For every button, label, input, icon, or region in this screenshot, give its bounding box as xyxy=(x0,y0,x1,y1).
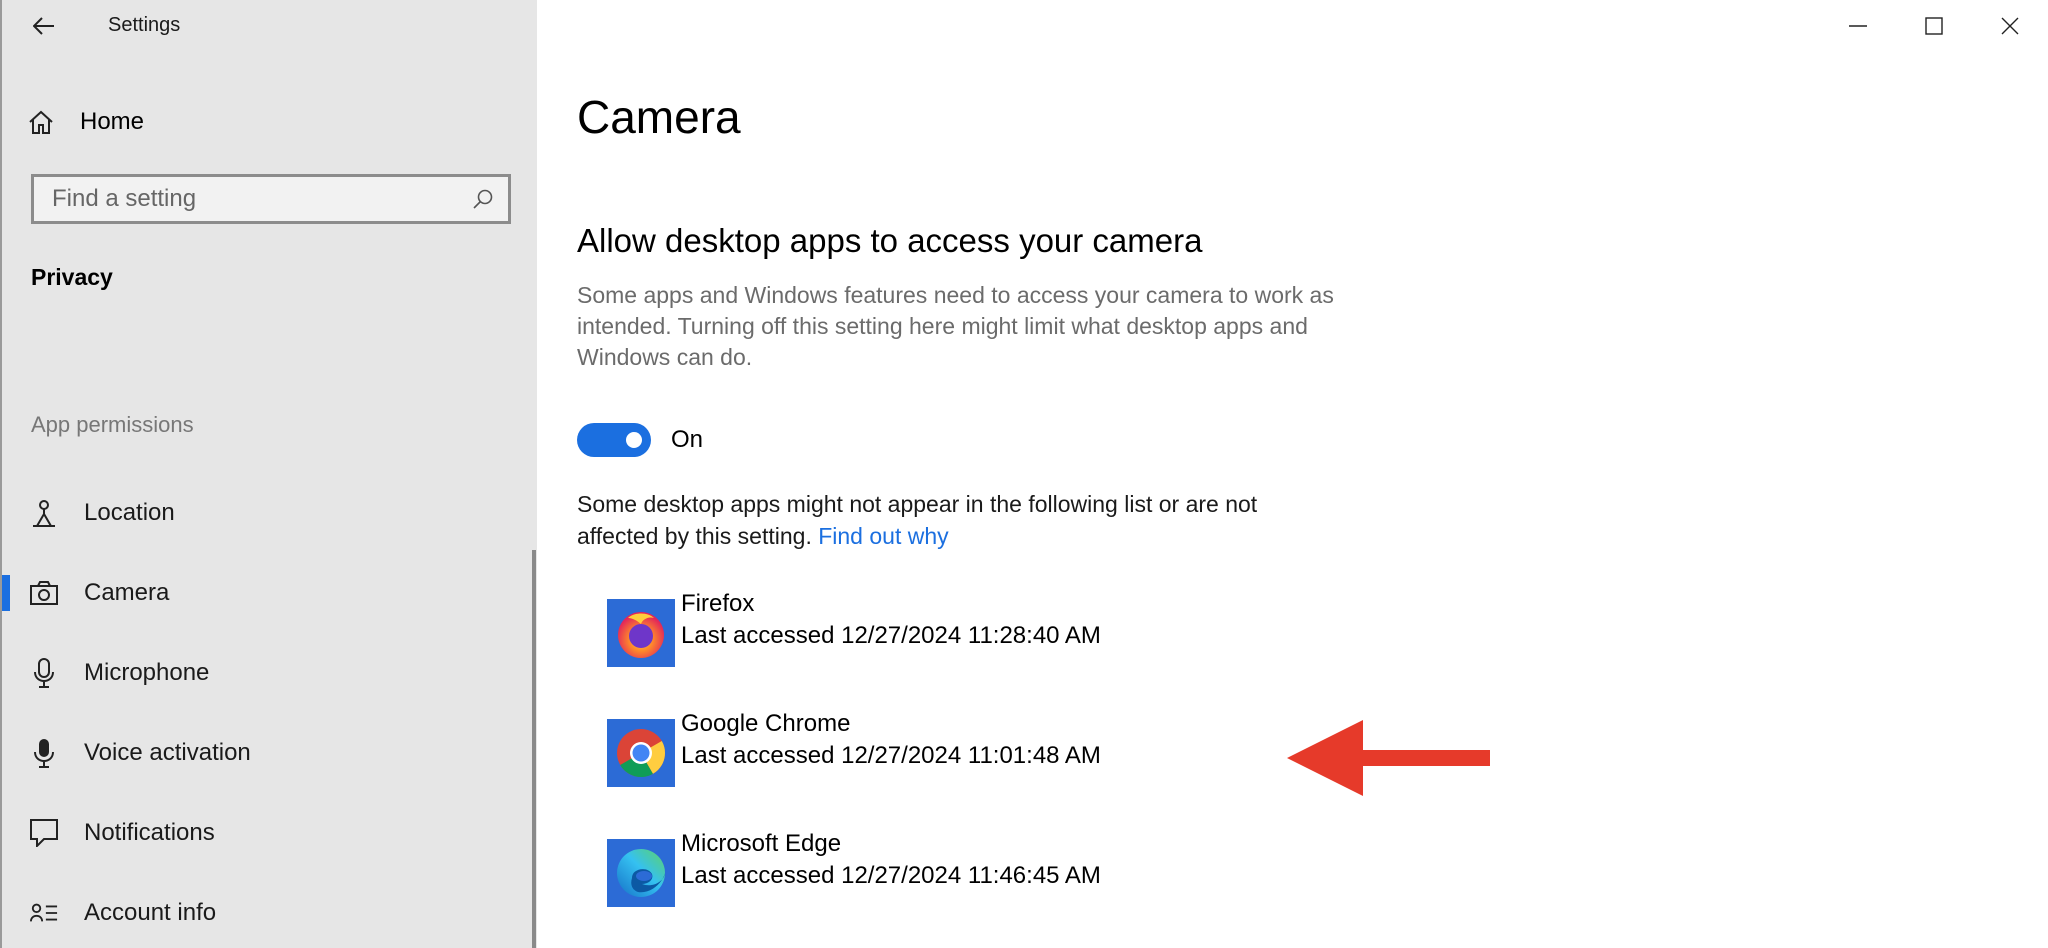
sidebar-nav: Location Camera Microphone Voice activat… xyxy=(2,473,532,948)
firefox-icon xyxy=(607,599,675,667)
home-label: Home xyxy=(80,108,145,135)
edge-icon xyxy=(607,839,675,907)
location-icon xyxy=(30,497,58,529)
app-name: Firefox xyxy=(681,590,755,617)
toggle-knob xyxy=(626,432,642,448)
app-name: Microsoft Edge xyxy=(681,830,842,857)
search-input[interactable] xyxy=(50,184,472,214)
microphone-icon xyxy=(30,657,58,689)
app-last-accessed: Last accessed 12/27/2024 11:28:40 AM xyxy=(681,622,1101,649)
sidebar-item-location[interactable]: Location xyxy=(2,473,532,553)
group-heading-app-permissions: App permissions xyxy=(31,412,194,437)
toggle-state-label: On xyxy=(671,426,704,453)
list-item: Firefox Last accessed 12/27/2024 11:28:4… xyxy=(607,590,1101,717)
section-heading-privacy: Privacy xyxy=(31,264,113,290)
app-last-accessed: Last accessed 12/27/2024 11:46:45 AM xyxy=(681,862,1101,889)
back-arrow-icon xyxy=(33,17,54,35)
sidebar-item-microphone[interactable]: Microphone xyxy=(2,633,532,713)
chrome-icon xyxy=(607,719,675,787)
page-title: Camera xyxy=(577,91,741,143)
app-info: Firefox Last accessed 12/27/2024 11:28:4… xyxy=(681,588,1101,652)
home-icon xyxy=(29,110,53,134)
sidebar: Settings Home Privacy App permissions xyxy=(0,0,537,948)
annotation-arrow-icon xyxy=(1287,720,1490,796)
notifications-icon xyxy=(30,817,58,849)
list-item: Microsoft Edge Last accessed 12/27/2024 … xyxy=(607,830,1101,948)
back-button[interactable] xyxy=(24,8,64,44)
app-info: Microsoft Edge Last accessed 12/27/2024 … xyxy=(681,828,1101,892)
sidebar-item-label: Camera xyxy=(84,579,170,606)
desktop-apps-note: Some desktop apps might not appear in th… xyxy=(577,488,1337,552)
sidebar-item-label: Microphone xyxy=(84,659,210,686)
section-description: Some apps and Windows features need to a… xyxy=(577,282,1334,370)
app-last-accessed: Last accessed 12/27/2024 11:01:48 AM xyxy=(681,742,1101,769)
app-info: Google Chrome Last accessed 12/27/2024 1… xyxy=(681,708,1101,772)
search-icon[interactable] xyxy=(472,188,494,210)
section-title: Allow desktop apps to access your camera xyxy=(577,222,1203,259)
sidebar-item-label: Location xyxy=(84,499,175,526)
sidebar-scrollbar[interactable] xyxy=(532,550,536,948)
window-title: Settings xyxy=(108,14,181,36)
sidebar-item-voice-activation[interactable]: Voice activation xyxy=(2,713,532,793)
account-info-icon xyxy=(30,897,58,929)
sidebar-item-label: Account info xyxy=(84,899,217,926)
camera-icon xyxy=(30,577,58,609)
app-list: Firefox Last accessed 12/27/2024 11:28:4… xyxy=(607,590,1101,948)
sidebar-item-label: Voice activation xyxy=(84,739,251,766)
camera-access-toggle[interactable] xyxy=(577,423,651,457)
main-content: Camera Allow desktop apps to access your… xyxy=(577,0,2017,948)
home-nav-item[interactable]: Home xyxy=(28,100,144,144)
toggle-row: On xyxy=(577,423,703,457)
sidebar-item-notifications[interactable]: Notifications xyxy=(2,793,532,873)
settings-window: Settings Home Privacy App permissions xyxy=(0,0,2048,948)
sidebar-item-account-info[interactable]: Account info xyxy=(2,873,532,948)
search-box[interactable] xyxy=(31,174,511,224)
voice-activation-icon xyxy=(30,737,58,769)
find-out-why-link[interactable]: Find out why xyxy=(818,523,948,549)
list-item: Google Chrome Last accessed 12/27/2024 1… xyxy=(607,710,1101,837)
sidebar-item-label: Notifications xyxy=(84,819,215,846)
sidebar-item-camera[interactable]: Camera xyxy=(2,553,532,633)
title-bar: Settings xyxy=(2,0,539,52)
app-name: Google Chrome xyxy=(681,710,851,737)
